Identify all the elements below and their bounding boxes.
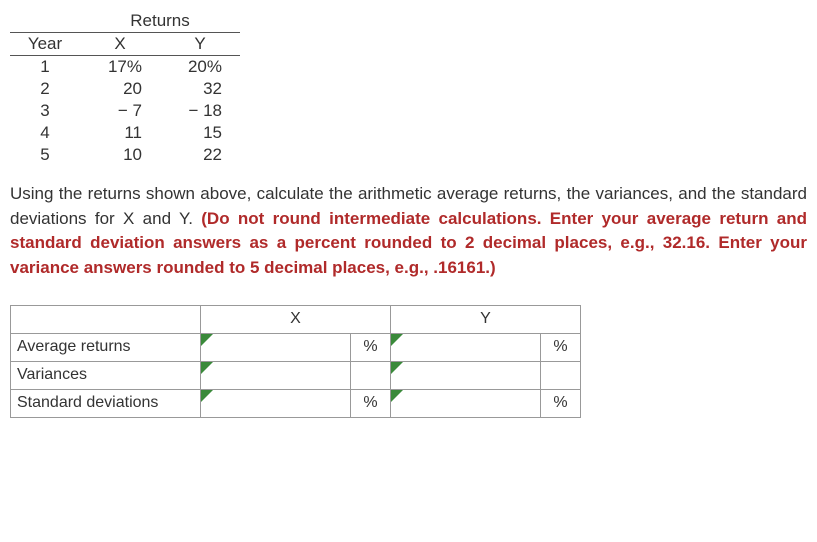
marker-icon [391, 390, 403, 402]
table-row: 5 10 22 [10, 144, 240, 166]
table-row: 3 − 7 − 18 [10, 100, 240, 122]
unit-avg-y: % [541, 333, 581, 361]
marker-icon [201, 390, 213, 402]
answer-row-var: Variances [11, 361, 581, 389]
input-std-x[interactable] [201, 390, 350, 416]
answer-row-std: Standard deviations % % [11, 389, 581, 417]
marker-icon [391, 362, 403, 374]
table-row: 4 11 15 [10, 122, 240, 144]
label-std: Standard deviations [11, 389, 201, 417]
returns-header-year: Year [10, 33, 80, 56]
answer-col-y: Y [391, 305, 581, 333]
answer-table: X Y Average returns % % Variances Standa… [10, 305, 581, 418]
returns-header-x: X [80, 33, 160, 56]
answer-col-x: X [201, 305, 391, 333]
returns-super-header: Returns [80, 10, 240, 33]
input-avg-x[interactable] [201, 334, 350, 360]
input-std-y[interactable] [391, 390, 540, 416]
label-avg: Average returns [11, 333, 201, 361]
input-var-x[interactable] [201, 362, 350, 388]
table-row: 2 20 32 [10, 78, 240, 100]
input-avg-y[interactable] [391, 334, 540, 360]
answer-row-avg: Average returns % % [11, 333, 581, 361]
unit-avg-x: % [351, 333, 391, 361]
unit-var-x [351, 361, 391, 389]
empty-corner [11, 305, 201, 333]
returns-table: Returns Year X Y 1 17% 20% 2 20 32 3 − 7… [10, 10, 240, 166]
unit-var-y [541, 361, 581, 389]
table-row: 1 17% 20% [10, 56, 240, 79]
input-var-y[interactable] [391, 362, 540, 388]
marker-icon [391, 334, 403, 346]
returns-header-y: Y [160, 33, 240, 56]
marker-icon [201, 362, 213, 374]
question-text: Using the returns shown above, calculate… [10, 182, 807, 281]
label-var: Variances [11, 361, 201, 389]
unit-std-x: % [351, 389, 391, 417]
marker-icon [201, 334, 213, 346]
unit-std-y: % [541, 389, 581, 417]
